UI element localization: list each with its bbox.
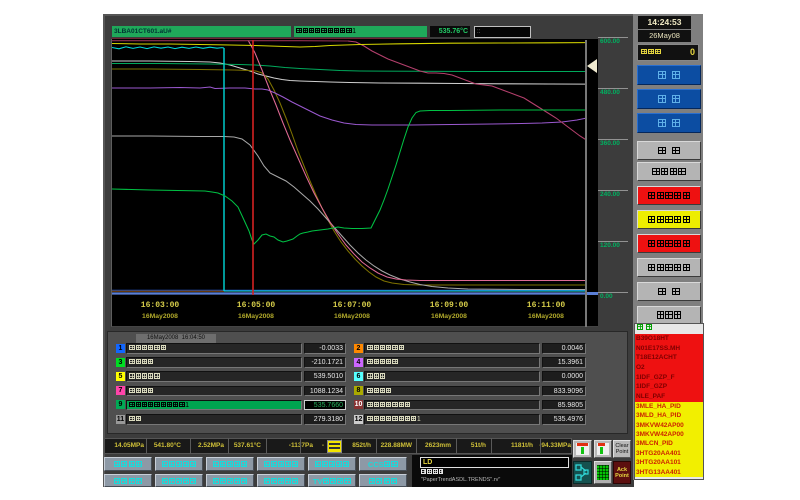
svg-text:16:07:00: 16:07:00 <box>333 301 372 310</box>
svg-text:16May2008: 16May2008 <box>334 313 370 320</box>
svg-text:16:05:00: 16:05:00 <box>237 301 276 310</box>
svg-text:16May2008: 16May2008 <box>238 313 274 320</box>
svg-text:16May2008: 16May2008 <box>431 313 467 320</box>
svg-text:16May2008: 16May2008 <box>528 313 564 320</box>
svg-text:16:03:00: 16:03:00 <box>141 301 180 310</box>
svg-text:16May2008: 16May2008 <box>142 313 178 320</box>
svg-text:16:11:00: 16:11:00 <box>527 301 566 310</box>
svg-text:16:09:00: 16:09:00 <box>430 301 469 310</box>
